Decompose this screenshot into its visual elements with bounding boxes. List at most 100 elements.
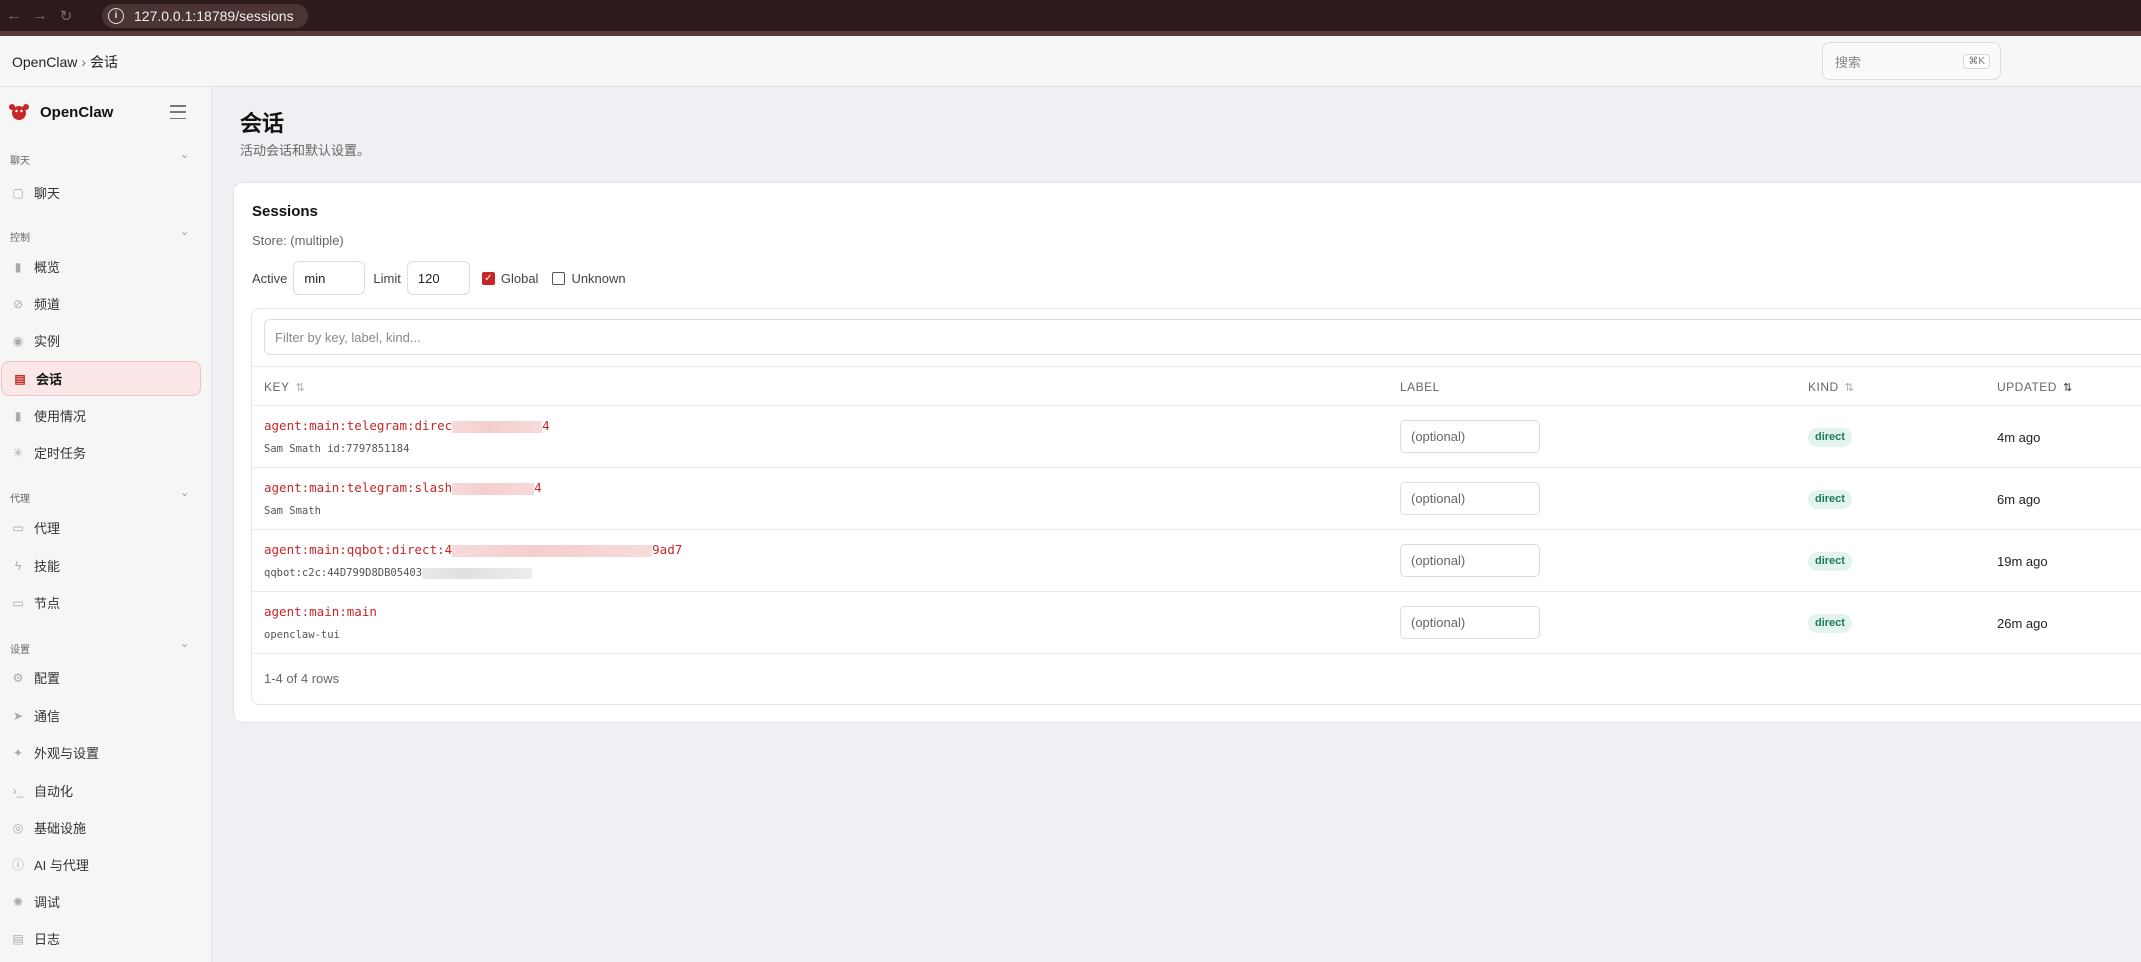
site-info-icon[interactable]: i	[108, 7, 124, 24]
group-header[interactable]: 设置 ⌄	[0, 637, 212, 657]
back-arrow-icon[interactable]: ←	[2, 4, 26, 28]
page-title: 会话	[240, 111, 285, 136]
sidebar-item-instances[interactable]: ◉ 实例	[0, 323, 201, 358]
key-text: agent:main:qqbot:direct:4	[264, 542, 453, 557]
sidebar-item-label: 定时任务	[34, 446, 87, 461]
sidebar-item-comms[interactable]: ➤ 通信	[0, 698, 201, 733]
brand[interactable]: OpenClaw	[8, 101, 113, 123]
sort-icon[interactable]: ⇅	[296, 382, 306, 394]
table-filter-input[interactable]	[264, 319, 2141, 355]
group-label: 设置	[10, 645, 30, 656]
session-key[interactable]: agent:main:telegram:direc 4	[264, 418, 550, 433]
chevron-down-icon: ⌄	[180, 638, 190, 650]
sidebar-item-nodes[interactable]: ▭ 节点	[0, 585, 201, 620]
sidebar-item-skills[interactable]: ϟ 技能	[0, 548, 201, 583]
key-text: agent:main:main	[264, 604, 377, 619]
breadcrumb-root[interactable]: OpenClaw	[12, 54, 77, 70]
search-box[interactable]: 搜索 ⌘K	[1822, 42, 2001, 80]
table-row[interactable]: agent:main:telegram:direc 4 Sam Smath id:…	[252, 406, 2141, 468]
column-header-kind[interactable]: KIND ⇅	[1808, 380, 1854, 394]
forward-arrow-icon[interactable]: →	[28, 4, 52, 28]
column-header-key[interactable]: KEY ⇅	[264, 380, 305, 394]
session-key[interactable]: agent:main:telegram:slash 4	[264, 480, 542, 495]
limit-label: Limit	[373, 270, 401, 286]
global-checkbox-wrap[interactable]: ✓ Global	[481, 271, 538, 286]
sidebar-item-channels[interactable]: ⊘ 频道	[0, 286, 201, 321]
filter-bar: Active Limit ✓ Global Unknown	[252, 261, 626, 295]
top-header: OpenClaw › 会话 搜索 ⌘K	[0, 36, 2141, 87]
label-input[interactable]	[1400, 482, 1540, 515]
sidebar-item-label: 概览	[34, 260, 61, 275]
subtitle-text: qqbot:c2c:44D799D8DB05403	[264, 567, 423, 579]
sidebar-item-infrastructure[interactable]: ◎ 基础设施	[0, 810, 201, 845]
group-label: 控制	[10, 233, 30, 244]
breadcrumb-separator: ›	[81, 54, 87, 70]
session-key[interactable]: agent:main:main	[264, 604, 377, 619]
table-row[interactable]: agent:main:telegram:slash 4 Sam Smath dir…	[252, 468, 2141, 530]
chevron-down-icon: ⌄	[180, 149, 190, 161]
label-input[interactable]	[1400, 606, 1540, 639]
sidebar-item-automation[interactable]: ›_ 自动化	[0, 773, 201, 808]
sidebar-item-debug[interactable]: ✺ 调试	[0, 884, 201, 919]
sidebar-item-config[interactable]: ⚙ 配置	[0, 660, 201, 695]
global-checkbox[interactable]: ✓	[481, 271, 495, 285]
active-input[interactable]	[293, 261, 366, 295]
table-row[interactable]: agent:main:qqbot:direct:4 9ad7 qqbot:c2c:…	[252, 530, 2141, 592]
sidebar-item-label: 通信	[34, 709, 61, 724]
updated-time: 19m ago	[1997, 554, 2048, 569]
sessions-table: KEY ⇅ LABEL KIND ⇅ UPDATED ⇅ agent:main:tel…	[251, 308, 2141, 705]
label-input[interactable]	[1400, 420, 1540, 453]
page-subtitle: 活动会话和默认设置。	[240, 143, 371, 158]
updated-time: 26m ago	[1997, 616, 2048, 631]
menu-icon[interactable]	[170, 105, 186, 119]
scroll-icon: ▤	[12, 931, 24, 946]
brand-name: OpenClaw	[40, 103, 114, 121]
column-kind-label: KIND	[1808, 380, 1839, 394]
sidebar-item-cron[interactable]: ✳ 定时任务	[0, 435, 201, 470]
sidebar-item-label: AI 与代理	[34, 858, 89, 873]
sidebar-item-usage[interactable]: ▮ 使用情况	[0, 398, 201, 433]
sidebar-item-label: 实例	[34, 334, 61, 349]
table-row[interactable]: agent:main:main openclaw-tui direct 26m …	[252, 592, 2141, 654]
unknown-checkbox-wrap[interactable]: Unknown	[552, 270, 626, 286]
store-info: Store: (multiple)	[252, 233, 344, 248]
reload-icon[interactable]: ↻	[54, 4, 78, 28]
group-header[interactable]: 聊天 ⌄	[0, 148, 212, 168]
search-placeholder: 搜索	[1835, 54, 1862, 70]
sidebar-item-label: 会话	[36, 372, 63, 387]
nav-group-agents: 代理 ⌄	[0, 486, 212, 506]
bar-chart-icon: ▮	[14, 259, 22, 274]
sidebar-item-appearance[interactable]: ✦ 外观与设置	[0, 735, 201, 770]
breadcrumb-current: 会话	[90, 54, 119, 70]
kind-badge: direct	[1808, 614, 1852, 633]
unknown-checkbox[interactable]	[552, 271, 566, 285]
group-header[interactable]: 控制 ⌄	[0, 225, 212, 245]
sidebar-item-logs[interactable]: ▤ 日志	[0, 921, 201, 956]
bug-icon: ✺	[12, 894, 24, 909]
send-icon: ➤	[12, 708, 24, 723]
redacted-block	[452, 544, 653, 557]
sidebar-item-sessions[interactable]: ▤ 会话	[1, 361, 201, 396]
chevron-down-icon: ⌄	[180, 226, 190, 238]
sidebar-item-agents[interactable]: ▭ 代理	[0, 510, 201, 545]
group-header[interactable]: 代理 ⌄	[0, 486, 212, 506]
unknown-label: Unknown	[571, 270, 626, 286]
breadcrumb: OpenClaw › 会话	[12, 52, 118, 72]
redacted-block	[452, 420, 543, 433]
sort-active-icon[interactable]: ⇅	[2063, 382, 2073, 394]
session-key[interactable]: agent:main:qqbot:direct:4 9ad7	[264, 542, 682, 557]
limit-input[interactable]	[406, 261, 470, 295]
column-key-label: KEY	[264, 380, 290, 394]
sidebar-item-ai-agents[interactable]: ⓘ AI 与代理	[0, 847, 201, 882]
key-text-end: 9ad7	[652, 542, 683, 557]
active-label: Active	[252, 270, 288, 286]
session-subtitle: qqbot:c2c:44D799D8DB05403	[264, 567, 533, 579]
address-bar[interactable]: i 127.0.0.1:18789/sessions	[102, 3, 308, 28]
label-input[interactable]	[1400, 544, 1540, 577]
column-header-updated[interactable]: UPDATED ⇅	[1997, 380, 2073, 394]
sidebar-item-overview[interactable]: ▮ 概览	[0, 249, 201, 284]
sidebar-item-chat[interactable]: ▢ 聊天	[0, 175, 201, 210]
redacted-block	[422, 567, 533, 579]
sort-icon[interactable]: ⇅	[1845, 382, 1855, 394]
terminal-icon: ›_	[12, 783, 24, 798]
